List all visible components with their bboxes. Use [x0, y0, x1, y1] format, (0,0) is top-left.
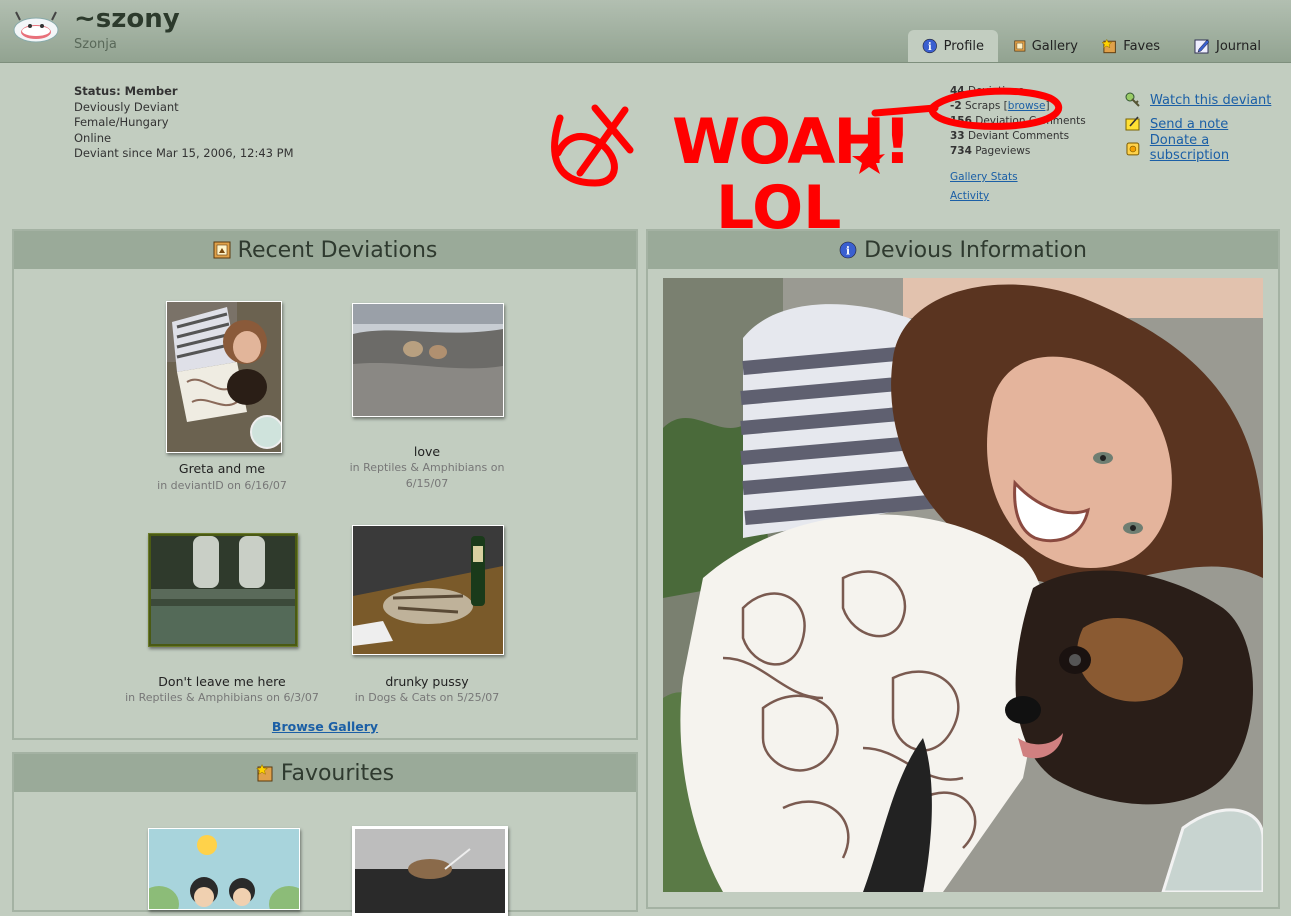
item-title-greta[interactable]: Greta and me [134, 461, 310, 476]
gallery-icon [213, 241, 231, 259]
profile-info: Status: Member Deviously Deviant Female/… [74, 84, 294, 162]
tab-journal-label: Journal [1216, 38, 1261, 54]
deviant-type: Deviously Deviant [74, 99, 179, 114]
thumb-love[interactable] [352, 303, 504, 417]
tab-gallery-label: Gallery [1031, 38, 1078, 54]
thumb-drunky-pussy[interactable] [352, 525, 504, 655]
fave-thumb-2[interactable] [352, 826, 508, 916]
red-doodle: WOAH! LOL [551, 87, 1063, 238]
donate-subscription-button[interactable]: Donate a subscription [1124, 133, 1291, 163]
journal-icon [1194, 39, 1210, 54]
tab-journal[interactable]: Journal [1180, 30, 1276, 62]
item-sub-love-line2: 6/15/07 [405, 477, 449, 490]
faves-icon [1102, 38, 1116, 54]
devious-information-title: Devious Information [864, 237, 1087, 263]
recent-deviations-header: Recent Deviations [14, 231, 636, 269]
tab-gallery[interactable]: Gallery [1000, 30, 1092, 62]
profile-actions: Watch this deviant Send a note Donate a … [1124, 88, 1291, 163]
favourites-header: Favourites [14, 754, 636, 792]
svg-text:i: i [846, 245, 850, 258]
watch-deviant-button[interactable]: Watch this deviant [1124, 88, 1291, 112]
doodle-woah: WOAH! [672, 105, 910, 178]
tab-profile-label: Profile [943, 38, 984, 54]
real-name: Szonja [74, 37, 117, 52]
deviant-since: Deviant since Mar 15, 2006, 12:43 PM [74, 146, 294, 160]
tab-faves-label: Faves [1123, 38, 1160, 54]
item-sub-drunky: in Dogs & Cats on 5/25/07 [354, 691, 500, 704]
svg-text:i: i [928, 42, 932, 53]
item-sub-greta: in deviantID on 6/16/07 [157, 479, 287, 492]
online-status: Online [74, 130, 112, 145]
item-title-drunky[interactable]: drunky pussy [336, 674, 518, 689]
recent-deviations-panel: Recent Deviations Greta and me in devian… [12, 229, 638, 740]
item-title-love[interactable]: love [336, 444, 518, 459]
id-photo [663, 278, 1263, 892]
info-icon: i [839, 241, 857, 259]
donate-icon [1126, 142, 1140, 156]
watch-deviant-label: Watch this deviant [1150, 92, 1272, 108]
send-note-label: Send a note [1150, 116, 1229, 132]
note-icon [1125, 116, 1140, 131]
devious-information-header: i Devious Information [648, 231, 1278, 269]
thumb-greta-and-me[interactable] [166, 301, 282, 453]
recent-deviations-title: Recent Deviations [237, 237, 438, 263]
item-title-dont-leave[interactable]: Don't leave me here [124, 674, 320, 689]
username: ~szony [74, 4, 180, 34]
item-sub-love-line1: in Reptiles & Amphibians on [349, 461, 505, 474]
watch-icon [1125, 92, 1140, 107]
gallery-icon [1014, 40, 1026, 52]
gender-location: Female/Hungary [74, 115, 169, 129]
thumb-dont-leave-me-here[interactable] [148, 533, 298, 647]
avatar-icon[interactable] [12, 10, 60, 44]
info-icon: i [922, 38, 937, 54]
favourites-panel: Favourites [12, 752, 638, 916]
item-sub-love: in Reptiles & Amphibians on 6/15/07 [336, 460, 518, 492]
browse-gallery-link[interactable]: Browse Gallery [14, 719, 636, 734]
tab-faves[interactable]: Faves [1088, 30, 1174, 62]
fave-thumb-1[interactable] [148, 828, 300, 910]
faves-icon [255, 764, 273, 782]
donate-subscription-label: Donate a subscription [1149, 133, 1230, 163]
profile-header: ~szony Szonja i Profile Gallery Faves Jo… [0, 0, 1291, 63]
favourites-title: Favourites [280, 760, 395, 786]
item-sub-dont-leave: in Reptiles & Amphibians on 6/3/07 [125, 691, 319, 704]
status-label: Status: Member [74, 84, 178, 98]
tab-profile[interactable]: i Profile [908, 30, 998, 62]
